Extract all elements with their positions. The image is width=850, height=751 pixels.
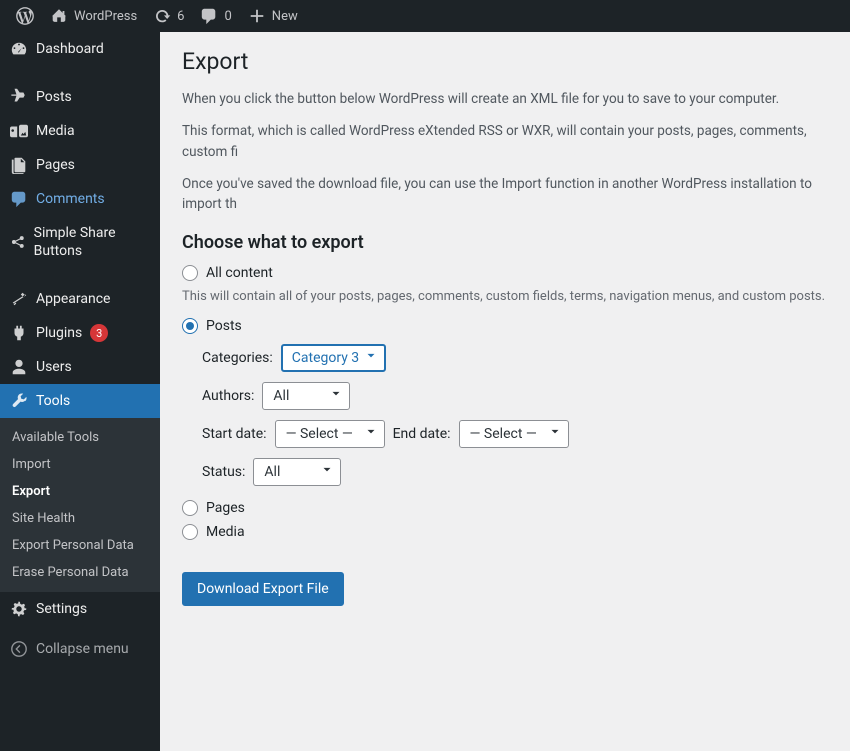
sidebar-item-dashboard[interactable]: Dashboard <box>0 32 160 66</box>
comments-link[interactable]: 0 <box>192 0 239 32</box>
settings-icon <box>10 600 28 618</box>
chevron-down-icon <box>364 425 378 443</box>
start-date-label: Start date: <box>202 426 267 442</box>
site-name-link[interactable]: WordPress <box>42 0 145 32</box>
sidebar-item-comments[interactable]: Comments <box>0 182 160 216</box>
radio-media-label: Media <box>206 524 245 540</box>
intro-paragraph-2: This format, which is called WordPress e… <box>182 121 828 162</box>
submenu-available-tools[interactable]: Available Tools <box>0 424 160 451</box>
sidebar-item-label: Plugins <box>36 325 82 341</box>
radio-all-content-label: All content <box>206 265 273 281</box>
radio-media[interactable] <box>182 524 198 540</box>
collapse-label: Collapse menu <box>36 641 129 657</box>
sidebar-item-label: Users <box>36 359 72 375</box>
pin-icon <box>10 88 28 106</box>
submenu-site-health[interactable]: Site Health <box>0 505 160 532</box>
status-label: Status: <box>202 464 245 480</box>
status-select[interactable]: All <box>253 458 341 486</box>
choose-heading: Choose what to export <box>182 232 828 253</box>
comment-count: 0 <box>224 9 231 24</box>
plugin-update-badge: 3 <box>90 324 108 342</box>
main-content: Export When you click the button below W… <box>160 32 850 622</box>
radio-pages-label: Pages <box>206 500 245 516</box>
submenu-export-personal-data[interactable]: Export Personal Data <box>0 532 160 559</box>
sidebar-item-tools[interactable]: Tools <box>0 384 160 418</box>
sidebar-item-posts[interactable]: Posts <box>0 80 160 114</box>
sidebar-item-media[interactable]: Media <box>0 114 160 148</box>
sidebar-item-label: Comments <box>36 191 105 207</box>
sidebar-item-label: Simple Share Buttons <box>34 224 150 260</box>
wordpress-icon <box>16 7 34 25</box>
submenu-export[interactable]: Export <box>0 478 160 505</box>
comment-icon <box>200 7 218 25</box>
authors-label: Authors: <box>202 388 254 404</box>
sidebar-item-pages[interactable]: Pages <box>0 148 160 182</box>
sidebar-item-label: Settings <box>36 601 87 617</box>
categories-select[interactable]: Category 3 <box>281 344 386 372</box>
pages-icon <box>10 156 28 174</box>
collapse-menu[interactable]: Collapse menu <box>0 632 160 666</box>
sidebar-item-label: Pages <box>36 157 75 173</box>
sidebar-item-label: Tools <box>36 393 70 409</box>
users-icon <box>10 358 28 376</box>
posts-filters: Categories: Category 3 Authors: All Star… <box>182 344 828 486</box>
intro-paragraph-3: Once you've saved the download file, you… <box>182 174 828 215</box>
submenu-import[interactable]: Import <box>0 451 160 478</box>
intro-paragraph-1: When you click the button below WordPres… <box>182 89 828 109</box>
end-date-label: End date: <box>393 426 451 442</box>
categories-value: Category 3 <box>292 350 359 366</box>
sidebar-item-settings[interactable]: Settings <box>0 592 160 626</box>
plugin-icon <box>10 324 28 342</box>
chevron-down-icon <box>320 463 334 481</box>
sidebar-item-label: Posts <box>36 89 72 105</box>
comments-icon <box>10 190 28 208</box>
home-icon <box>50 7 68 25</box>
all-content-description: This will contain all of your posts, pag… <box>182 289 828 304</box>
collapse-icon <box>10 640 28 658</box>
radio-pages[interactable] <box>182 500 198 516</box>
tools-icon <box>10 392 28 410</box>
sidebar-item-appearance[interactable]: Appearance <box>0 282 160 316</box>
new-label: New <box>272 9 298 24</box>
tools-submenu: Available Tools Import Export Site Healt… <box>0 418 160 592</box>
admin-sidebar: Dashboard Posts Media Pages Comments Sim… <box>0 32 160 751</box>
dashboard-icon <box>10 40 28 58</box>
media-icon <box>10 122 28 140</box>
start-date-value: — Select — <box>286 426 353 442</box>
end-date-select[interactable]: — Select — <box>459 420 569 448</box>
chevron-down-icon <box>548 425 562 443</box>
radio-posts[interactable] <box>182 318 198 334</box>
updates-count: 6 <box>177 9 184 24</box>
sidebar-item-label: Dashboard <box>36 41 104 57</box>
download-export-button[interactable]: Download Export File <box>182 572 344 606</box>
page-title: Export <box>182 48 828 75</box>
submenu-erase-personal-data[interactable]: Erase Personal Data <box>0 559 160 586</box>
chevron-down-icon <box>364 349 378 367</box>
wp-logo[interactable] <box>8 0 42 32</box>
start-date-select[interactable]: — Select — <box>275 420 385 448</box>
sidebar-item-users[interactable]: Users <box>0 350 160 384</box>
radio-posts-label: Posts <box>206 318 242 334</box>
radio-all-content[interactable] <box>182 265 198 281</box>
appearance-icon <box>10 290 28 308</box>
status-value: All <box>264 464 280 480</box>
authors-value: All <box>273 388 289 404</box>
plus-icon <box>248 7 266 25</box>
sidebar-item-plugins[interactable]: Plugins 3 <box>0 316 160 350</box>
sidebar-item-label: Media <box>36 123 75 139</box>
update-icon <box>153 7 171 25</box>
authors-select[interactable]: All <box>262 382 350 410</box>
categories-label: Categories: <box>202 350 273 366</box>
site-name-text: WordPress <box>74 9 137 24</box>
updates-link[interactable]: 6 <box>145 0 192 32</box>
new-content-link[interactable]: New <box>240 0 306 32</box>
end-date-value: — Select — <box>470 426 537 442</box>
share-icon <box>10 233 26 251</box>
sidebar-item-simple-share[interactable]: Simple Share Buttons <box>0 216 160 268</box>
chevron-down-icon <box>329 387 343 405</box>
sidebar-item-label: Appearance <box>36 291 110 307</box>
admin-toolbar: WordPress 6 0 New <box>0 0 850 32</box>
